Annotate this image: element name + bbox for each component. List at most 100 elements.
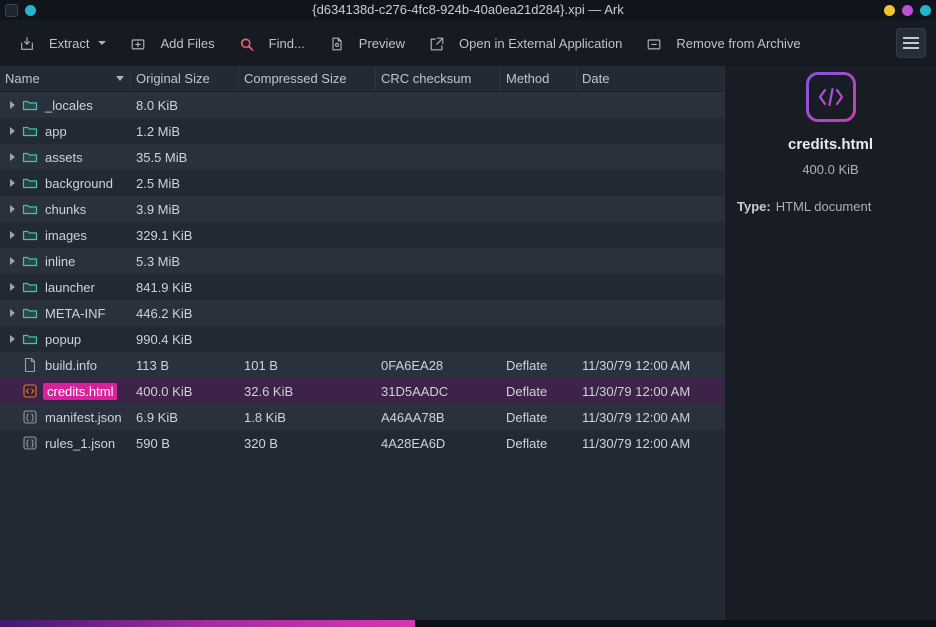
expand-arrow-icon[interactable] <box>5 335 19 343</box>
add-files-label: Add Files <box>160 36 214 51</box>
original-size-cell: 446.2 KiB <box>131 306 239 321</box>
compressed-size-cell: 320 B <box>239 436 376 451</box>
hamburger-menu-button[interactable] <box>896 28 926 58</box>
progress-strip <box>0 620 415 627</box>
name-cell: chunks <box>0 201 131 217</box>
column-header-date[interactable]: Date <box>577 66 724 91</box>
find-icon <box>239 35 255 51</box>
bottom-strip <box>0 620 936 627</box>
open-external-icon <box>429 35 445 51</box>
original-size-cell: 2.5 MiB <box>131 176 239 191</box>
expand-arrow-icon[interactable] <box>5 153 19 161</box>
expand-arrow-icon[interactable] <box>5 257 19 265</box>
maximize-button[interactable] <box>902 5 913 16</box>
file-name: images <box>45 228 87 243</box>
original-size-cell: 8.0 KiB <box>131 98 239 113</box>
add-files-button[interactable]: Add Files <box>121 28 223 58</box>
status-dot-icon <box>25 5 36 16</box>
table-row[interactable]: background2.5 MiB <box>0 170 724 196</box>
name-cell: manifest.json <box>0 409 131 425</box>
original-size-cell: 5.3 MiB <box>131 254 239 269</box>
table-row[interactable]: manifest.json6.9 KiB1.8 KiBA46AA78BDefla… <box>0 404 724 430</box>
open-external-button[interactable]: Open in External Application <box>420 28 631 58</box>
original-size-cell: 990.4 KiB <box>131 332 239 347</box>
table-row[interactable]: popup990.4 KiB <box>0 326 724 352</box>
preview-button[interactable]: Preview <box>320 28 414 58</box>
table-row[interactable]: chunks3.9 MiB <box>0 196 724 222</box>
table-row[interactable]: launcher 841.9 KiB <box>0 274 724 300</box>
window-controls <box>884 5 936 16</box>
date-cell: 11/30/79 12:00 AM <box>577 358 724 373</box>
file-name: assets <box>45 150 83 165</box>
add-files-icon <box>130 35 146 51</box>
original-size-cell: 113 B <box>131 358 239 373</box>
expand-arrow-icon[interactable] <box>5 205 19 213</box>
name-cell: build.info <box>0 357 131 373</box>
details-type-value: HTML document <box>776 199 872 214</box>
expand-arrow-icon[interactable] <box>5 309 19 317</box>
column-header-name[interactable]: Name <box>0 66 131 91</box>
remove-from-archive-button[interactable]: Remove from Archive <box>637 28 809 58</box>
expand-arrow-icon[interactable] <box>5 127 19 135</box>
folder-icon <box>22 175 38 191</box>
folder-icon <box>22 305 38 321</box>
table-row[interactable]: build.info113 B101 B0FA6EA28Deflate11/30… <box>0 352 724 378</box>
extract-button[interactable]: Extract <box>10 28 115 58</box>
column-header-original-size[interactable]: Original Size <box>131 66 239 91</box>
find-button[interactable]: Find... <box>230 28 314 58</box>
code-icon <box>809 75 853 119</box>
name-cell: launcher <box>0 279 131 295</box>
table-row[interactable]: app1.2 MiB <box>0 118 724 144</box>
compressed-size-cell: 1.8 KiB <box>239 410 376 425</box>
column-compressed-size-label: Compressed Size <box>244 71 347 86</box>
details-panel: credits.html 400.0 KiB Type:HTML documen… <box>725 66 936 620</box>
table-row[interactable]: rules_1.json590 B320 B4A28EA6DDeflate11/… <box>0 430 724 456</box>
date-cell: 11/30/79 12:00 AM <box>577 410 724 425</box>
window-title: {d634138d-c276-4fc8-924b-40a0ea21d284}.x… <box>0 0 936 20</box>
archive-table: Name Original Size Compressed Size CRC c… <box>0 66 725 620</box>
json-file-icon <box>22 409 38 425</box>
folder-icon <box>22 253 38 269</box>
column-header-crc[interactable]: CRC checksum <box>376 66 501 91</box>
column-method-label: Method <box>506 71 549 86</box>
app-icon <box>5 4 18 17</box>
expand-arrow-icon[interactable] <box>5 179 19 187</box>
file-name: rules_1.json <box>45 436 115 451</box>
table-row[interactable]: credits.html400.0 KiB32.6 KiB31D5AADCDef… <box>0 378 724 404</box>
name-cell: rules_1.json <box>0 435 131 451</box>
file-name: _locales <box>45 98 93 113</box>
preview-label: Preview <box>359 36 405 51</box>
name-cell: credits.html <box>0 383 131 400</box>
column-header-compressed-size[interactable]: Compressed Size <box>239 66 376 91</box>
date-cell: 11/30/79 12:00 AM <box>577 436 724 451</box>
original-size-cell: 841.9 KiB <box>131 280 239 295</box>
original-size-cell: 6.9 KiB <box>131 410 239 425</box>
column-header-method[interactable]: Method <box>501 66 577 91</box>
original-size-cell: 3.9 MiB <box>131 202 239 217</box>
close-button[interactable] <box>920 5 931 16</box>
original-size-cell: 590 B <box>131 436 239 451</box>
table-row[interactable]: _locales 8.0 KiB <box>0 92 724 118</box>
table-row[interactable]: META-INF446.2 KiB <box>0 300 724 326</box>
method-cell: Deflate <box>501 358 577 373</box>
info-file-icon <box>22 357 38 373</box>
crc-cell: A46AA78B <box>376 410 501 425</box>
compressed-size-cell: 101 B <box>239 358 376 373</box>
table-row[interactable]: inline5.3 MiB <box>0 248 724 274</box>
file-name: app <box>45 124 67 139</box>
minimize-button[interactable] <box>884 5 895 16</box>
expand-arrow-icon[interactable] <box>5 283 19 291</box>
toolbar: Extract Add Files Find... <box>0 20 936 66</box>
expand-arrow-icon[interactable] <box>5 231 19 239</box>
titlebar-left-icons <box>0 4 36 17</box>
table-row[interactable]: assets35.5 MiB <box>0 144 724 170</box>
compressed-size-cell: 32.6 KiB <box>239 384 376 399</box>
crc-cell: 31D5AADC <box>376 384 501 399</box>
name-cell: _locales <box>0 97 131 113</box>
file-name: launcher <box>45 280 95 295</box>
original-size-cell: 329.1 KiB <box>131 228 239 243</box>
table-row[interactable]: images 329.1 KiB <box>0 222 724 248</box>
details-file-name: credits.html <box>788 136 873 153</box>
expand-arrow-icon[interactable] <box>5 101 19 109</box>
details-type-row: Type:HTML document <box>725 199 871 214</box>
